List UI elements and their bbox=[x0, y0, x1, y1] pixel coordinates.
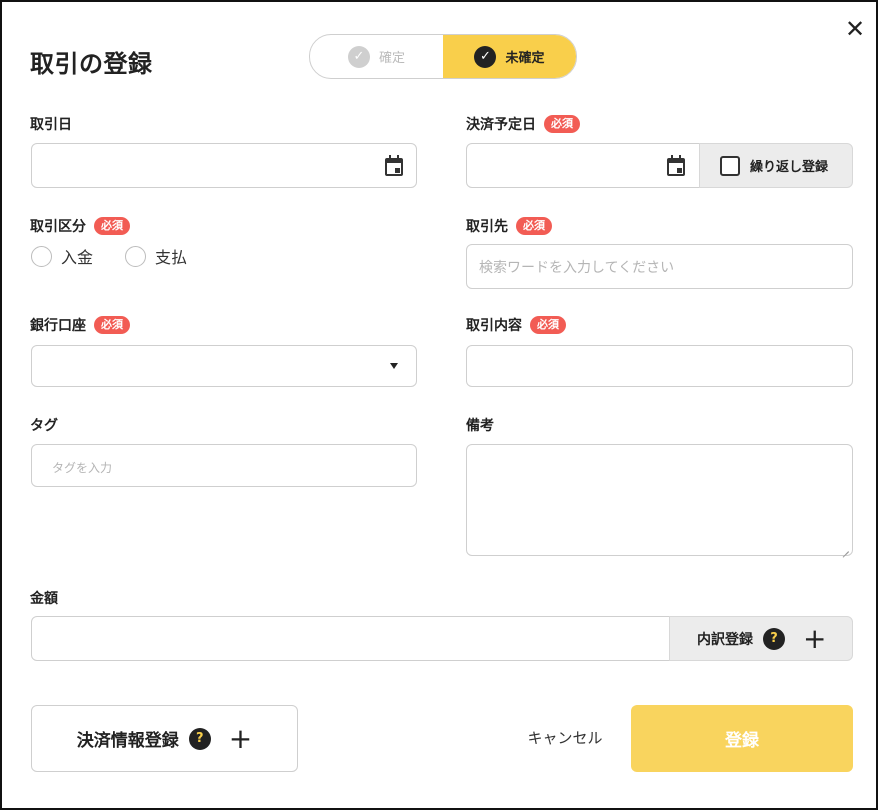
tags-input[interactable]: タグを入力 bbox=[31, 444, 417, 487]
plus-icon[interactable]: + bbox=[803, 624, 826, 652]
calendar-icon[interactable] bbox=[384, 155, 404, 177]
transaction-dialog: 取引の登録 ✕ ✓ 確定 ✓ 未確定 取引日 決済予定日 必須 繰り返し登録 取 bbox=[0, 0, 878, 810]
chevron-down-icon bbox=[390, 363, 398, 369]
help-icon[interactable]: ? bbox=[763, 627, 785, 650]
required-badge: 必須 bbox=[530, 316, 566, 334]
checkbox-icon[interactable] bbox=[720, 155, 740, 176]
toggle-confirmed-label: 確定 bbox=[378, 51, 405, 66]
transaction-date-label-text: 取引日 bbox=[30, 117, 72, 133]
partner-search-input[interactable]: 検索ワードを入力してください bbox=[466, 244, 853, 289]
payment-due-date-label-text: 決済予定日 bbox=[466, 117, 536, 133]
tags-placeholder: タグを入力 bbox=[52, 461, 113, 475]
description-input[interactable] bbox=[466, 345, 853, 387]
description-label: 取引内容 必須 bbox=[466, 315, 566, 335]
cancel-button[interactable]: キャンセル bbox=[512, 725, 618, 751]
check-icon: ✓ bbox=[347, 45, 370, 68]
radio-icon[interactable] bbox=[31, 245, 52, 267]
notes-textarea[interactable] bbox=[466, 444, 853, 556]
toggle-unconfirmed[interactable]: ✓ 未確定 bbox=[443, 35, 576, 78]
payment-due-date-label: 決済予定日 必須 bbox=[466, 114, 580, 134]
breakdown-label: 内訳登録 bbox=[697, 631, 753, 648]
check-icon: ✓ bbox=[474, 45, 497, 68]
required-badge: 必須 bbox=[94, 217, 130, 235]
transaction-type-label-text: 取引区分 bbox=[30, 219, 86, 235]
radio-payment[interactable]: 支払 bbox=[125, 244, 187, 268]
required-badge: 必須 bbox=[516, 217, 552, 235]
payment-due-date-input[interactable] bbox=[466, 143, 700, 188]
partner-label-text: 取引先 bbox=[466, 219, 508, 235]
bank-account-label: 銀行口座 必須 bbox=[30, 315, 130, 335]
close-icon[interactable]: ✕ bbox=[842, 16, 868, 42]
radio-deposit[interactable]: 入金 bbox=[31, 244, 93, 268]
repeat-register-label: 繰り返し登録 bbox=[750, 160, 829, 175]
required-badge: 必須 bbox=[544, 115, 580, 133]
amount-input[interactable] bbox=[31, 616, 671, 661]
repeat-register-checkbox[interactable]: 繰り返し登録 bbox=[699, 143, 853, 188]
bank-account-select[interactable] bbox=[31, 345, 417, 387]
tags-label: タグ bbox=[30, 415, 58, 435]
toggle-confirmed[interactable]: ✓ 確定 bbox=[310, 35, 443, 78]
required-badge: 必須 bbox=[94, 316, 130, 334]
partner-label: 取引先 必須 bbox=[466, 216, 552, 236]
payment-info-label: 決済情報登録 bbox=[76, 731, 179, 751]
description-label-text: 取引内容 bbox=[466, 318, 522, 334]
radio-icon[interactable] bbox=[125, 245, 146, 267]
calendar-icon[interactable] bbox=[666, 155, 686, 177]
notes-label-text: 備考 bbox=[466, 418, 494, 434]
amount-label-text: 金額 bbox=[30, 591, 58, 607]
submit-button[interactable]: 登録 bbox=[631, 705, 853, 772]
help-icon[interactable]: ? bbox=[188, 727, 211, 750]
radio-payment-label: 支払 bbox=[155, 248, 188, 267]
transaction-type-label: 取引区分 必須 bbox=[30, 216, 130, 236]
notes-label: 備考 bbox=[466, 415, 494, 435]
radio-deposit-label: 入金 bbox=[61, 248, 94, 267]
dialog-title: 取引の登録 bbox=[30, 50, 153, 78]
partner-placeholder: 検索ワードを入力してください bbox=[479, 260, 675, 276]
breakdown-button[interactable]: 内訳登録 ? + bbox=[669, 616, 853, 661]
payment-info-button[interactable]: 決済情報登録 ? + bbox=[31, 705, 298, 772]
bank-account-label-text: 銀行口座 bbox=[30, 318, 86, 334]
toggle-unconfirmed-label: 未確定 bbox=[505, 51, 545, 66]
status-toggle: ✓ 確定 ✓ 未確定 bbox=[309, 34, 577, 79]
resize-handle[interactable] bbox=[841, 544, 849, 552]
transaction-date-label: 取引日 bbox=[30, 114, 72, 134]
tags-label-text: タグ bbox=[30, 418, 58, 434]
plus-icon[interactable]: + bbox=[229, 724, 252, 752]
amount-label: 金額 bbox=[30, 588, 58, 608]
transaction-date-input[interactable] bbox=[31, 143, 417, 188]
